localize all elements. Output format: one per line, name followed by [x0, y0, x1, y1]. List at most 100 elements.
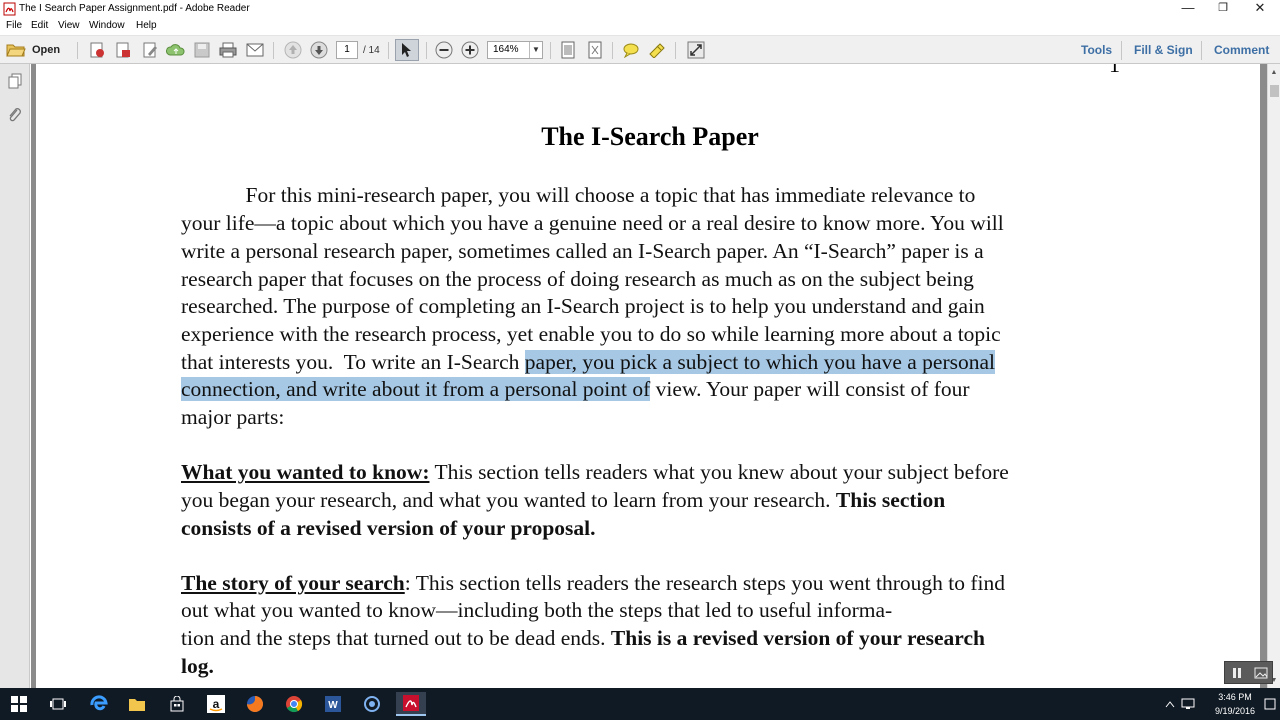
- save-icon: [194, 42, 210, 58]
- highlighter-icon: [649, 43, 665, 58]
- text-run: you began your research, and what you wa…: [181, 488, 836, 512]
- toolbar-divider: [1121, 41, 1122, 60]
- page-number-input[interactable]: 1: [336, 41, 358, 59]
- highlight-text-button[interactable]: [646, 39, 668, 61]
- menu-edit[interactable]: Edit: [31, 20, 48, 31]
- attachments-button[interactable]: [6, 106, 24, 124]
- export-pdf-button[interactable]: [112, 39, 134, 61]
- email-button[interactable]: [244, 39, 266, 61]
- page-thumbnails-button[interactable]: [6, 72, 24, 90]
- taskbar-app[interactable]: [357, 692, 387, 716]
- chevron-down-icon[interactable]: ▼: [529, 42, 542, 58]
- save-button[interactable]: [191, 39, 213, 61]
- network-icon: [1181, 698, 1195, 709]
- text-selection[interactable]: paper, you pick a subject to which you h…: [524, 350, 995, 374]
- vertical-scrollbar[interactable]: ▲ ▼: [1267, 64, 1280, 688]
- next-page-button[interactable]: [308, 39, 330, 61]
- edge-browser-icon: [90, 695, 108, 711]
- menu-window[interactable]: Window: [89, 20, 125, 31]
- pause-button[interactable]: [1228, 665, 1246, 681]
- taskbar-word[interactable]: W: [318, 692, 348, 716]
- taskbar-amazon[interactable]: a: [201, 692, 231, 716]
- create-pdf-button[interactable]: [86, 39, 108, 61]
- comment-pane-button[interactable]: Comment: [1214, 43, 1269, 57]
- picture-button[interactable]: [1252, 665, 1270, 681]
- paperclip-icon: [9, 108, 21, 122]
- zoom-dropdown[interactable]: 164% ▼: [487, 41, 543, 59]
- restore-button[interactable]: ❐: [1206, 0, 1240, 18]
- show-hidden-icons-button[interactable]: [1162, 692, 1178, 716]
- folder-icon: [6, 44, 26, 57]
- windows-taskbar: a W: [0, 688, 1280, 720]
- task-view-icon: [50, 698, 66, 710]
- arrow-down-icon: [310, 41, 328, 59]
- text-run: view. Your paper will consist of four: [650, 377, 970, 401]
- taskbar-clock[interactable]: 3:46 PM 9/19/2016: [1210, 690, 1260, 718]
- task-view-button[interactable]: [43, 692, 73, 716]
- sticky-note-button[interactable]: [620, 39, 642, 61]
- zoom-in-button[interactable]: [459, 39, 481, 61]
- toolbar-divider: [675, 42, 676, 59]
- create-pdf-icon: [90, 42, 104, 58]
- section-line: tion and the steps that turned out to be…: [181, 626, 985, 651]
- pdf-page[interactable]: 1 The I-Search Paper For this mini-resea…: [36, 64, 1260, 688]
- toolbar-divider: [426, 42, 427, 59]
- open-label: Open: [32, 44, 61, 56]
- zoom-out-button[interactable]: [433, 39, 455, 61]
- section-line: The story of your search: This section t…: [181, 571, 1005, 596]
- taskbar-edge[interactable]: [84, 692, 114, 716]
- menu-help[interactable]: Help: [136, 20, 157, 31]
- open-button[interactable]: Open: [6, 39, 60, 61]
- toolbar-divider: [550, 42, 551, 59]
- clock-time: 3:46 PM: [1218, 692, 1252, 702]
- document-viewer[interactable]: 1 The I-Search Paper For this mini-resea…: [31, 64, 1267, 688]
- minimize-button[interactable]: —: [1171, 0, 1205, 18]
- taskbar-chrome[interactable]: [279, 692, 309, 716]
- toolbar-divider: [77, 42, 78, 59]
- notifications-button[interactable]: [1262, 692, 1278, 716]
- tools-pane-button[interactable]: Tools: [1081, 43, 1112, 57]
- paragraph-line: researched. The purpose of completing an…: [181, 294, 985, 318]
- read-mode-button[interactable]: [685, 39, 707, 61]
- arrow-up-icon: [284, 41, 302, 59]
- print-button[interactable]: [217, 39, 239, 61]
- menu-file[interactable]: File: [6, 20, 22, 31]
- windows-logo-icon: [11, 696, 27, 712]
- bold-text: This section: [835, 488, 946, 512]
- previous-page-button[interactable]: [282, 39, 304, 61]
- menu-view[interactable]: View: [58, 20, 80, 31]
- store-bag-icon: [170, 696, 184, 712]
- envelope-icon: [246, 43, 264, 57]
- full-screen-button[interactable]: [584, 39, 606, 61]
- toolbar-divider: [388, 42, 389, 59]
- edit-pdf-icon: [143, 42, 157, 58]
- text-run: that interests you. To write an I-Search: [181, 350, 525, 374]
- close-button[interactable]: ✕: [1243, 0, 1277, 18]
- scroll-up-icon[interactable]: ▲: [1268, 66, 1280, 80]
- taskbar-store[interactable]: [162, 692, 192, 716]
- paragraph-line: connection, and write about it from a pe…: [181, 377, 970, 402]
- bold-text: consists of a revised version of your pr…: [181, 516, 596, 540]
- taskbar-firefox[interactable]: [240, 692, 270, 716]
- text-selection[interactable]: connection, and write about it from a pe…: [181, 377, 651, 401]
- adobe-reader-icon: [3, 2, 16, 16]
- menu-bar: File Edit View Window Help: [0, 18, 1280, 35]
- edit-pdf-button[interactable]: [139, 39, 161, 61]
- paragraph-line: major parts:: [181, 405, 285, 429]
- share-cloud-button[interactable]: [165, 39, 187, 61]
- chevron-up-icon: [1165, 701, 1175, 708]
- paragraph-line: that interests you. To write an I-Search…: [181, 350, 995, 375]
- minus-circle-icon: [435, 41, 453, 59]
- select-tool-button[interactable]: [395, 39, 419, 61]
- printer-icon: [219, 42, 237, 58]
- fit-page-button[interactable]: [557, 39, 579, 61]
- scrollbar-thumb[interactable]: [1270, 85, 1279, 97]
- start-button[interactable]: [4, 692, 34, 716]
- network-button[interactable]: [1180, 692, 1196, 716]
- taskbar-file-explorer[interactable]: [122, 692, 152, 716]
- taskbar-adobe-reader[interactable]: [396, 692, 426, 716]
- pause-icon: [1233, 668, 1241, 678]
- bold-text: This is a revised version of your resear…: [610, 626, 985, 650]
- fill-sign-pane-button[interactable]: Fill & Sign: [1134, 43, 1193, 57]
- paragraph-line: experience with the research process, ye…: [181, 322, 1001, 346]
